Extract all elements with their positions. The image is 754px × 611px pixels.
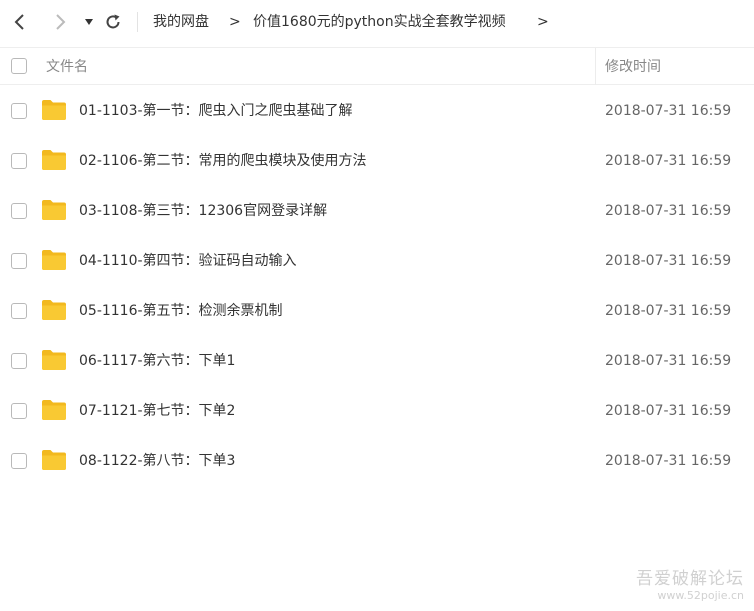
breadcrumb-separator: > (537, 14, 549, 30)
row-checkbox[interactable] (11, 203, 27, 219)
watermark-title: 吾爱破解论坛 (636, 569, 744, 589)
file-name[interactable]: 06-1117-第六节：下单1 (79, 351, 235, 371)
row-checkbox[interactable] (11, 253, 27, 269)
folder-icon (42, 350, 66, 370)
watermark: 吾爱破解论坛 www.52pojie.cn (636, 569, 744, 603)
refresh-icon (106, 14, 120, 29)
folder-icon (42, 300, 66, 320)
refresh-button[interactable] (101, 10, 125, 34)
chevron-left-icon (14, 14, 24, 30)
row-checkbox[interactable] (11, 353, 27, 369)
file-modified-time: 2018-07-31 16:59 (605, 453, 732, 469)
row-checkbox[interactable] (11, 453, 27, 469)
file-name[interactable]: 02-1106-第二节：常用的爬虫模块及使用方法 (79, 151, 367, 171)
file-name[interactable]: 04-1110-第四节：验证码自动输入 (79, 251, 297, 271)
breadcrumb-current[interactable]: 价值1680元的python实战全套教学视频 (253, 12, 506, 32)
caret-down-icon (85, 19, 93, 25)
column-header-modified-time[interactable]: 修改时间 (605, 57, 661, 77)
row-checkbox[interactable] (11, 303, 27, 319)
file-row[interactable]: 08-1122-第八节：下单3 2018-07-31 16:59 (0, 436, 754, 486)
file-name[interactable]: 08-1122-第八节：下单3 (79, 451, 235, 471)
column-divider[interactable] (595, 48, 596, 85)
file-modified-time: 2018-07-31 16:59 (605, 353, 732, 369)
file-row[interactable]: 01-1103-第一节：爬虫入门之爬虫基础了解 2018-07-31 16:59 (0, 86, 754, 136)
file-row[interactable]: 04-1110-第四节：验证码自动输入 2018-07-31 16:59 (0, 236, 754, 286)
file-name[interactable]: 07-1121-第七节：下单2 (79, 401, 235, 421)
file-modified-time: 2018-07-31 16:59 (605, 153, 732, 169)
forward-button[interactable] (48, 10, 72, 34)
file-modified-time: 2018-07-31 16:59 (605, 253, 732, 269)
file-name[interactable]: 03-1108-第三节：12306官网登录详解 (79, 201, 327, 221)
file-row[interactable]: 03-1108-第三节：12306官网登录详解 2018-07-31 16:59 (0, 186, 754, 236)
row-checkbox[interactable] (11, 153, 27, 169)
folder-icon (42, 250, 66, 270)
navigation-bar: 我的网盘 > 价值1680元的python实战全套教学视频 > (0, 0, 754, 44)
row-checkbox[interactable] (11, 403, 27, 419)
chevron-right-icon (56, 14, 66, 30)
folder-icon (42, 100, 66, 120)
breadcrumb-root[interactable]: 我的网盘 (153, 12, 209, 32)
file-modified-time: 2018-07-31 16:59 (605, 403, 732, 419)
file-row[interactable]: 02-1106-第二节：常用的爬虫模块及使用方法 2018-07-31 16:59 (0, 136, 754, 186)
row-checkbox[interactable] (11, 103, 27, 119)
history-dropdown-button[interactable] (77, 10, 101, 34)
folder-icon (42, 200, 66, 220)
file-name[interactable]: 01-1103-第一节：爬虫入门之爬虫基础了解 (79, 101, 353, 121)
file-modified-time: 2018-07-31 16:59 (605, 103, 732, 119)
file-row[interactable]: 07-1121-第七节：下单2 2018-07-31 16:59 (0, 386, 754, 436)
back-button[interactable] (8, 10, 32, 34)
file-modified-time: 2018-07-31 16:59 (605, 203, 732, 219)
watermark-url: www.52pojie.cn (657, 589, 744, 602)
file-modified-time: 2018-07-31 16:59 (605, 303, 732, 319)
folder-icon (42, 400, 66, 420)
file-list-header: 文件名 修改时间 (0, 47, 754, 85)
folder-icon (42, 150, 66, 170)
file-row[interactable]: 05-1116-第五节：检测余票机制 2018-07-31 16:59 (0, 286, 754, 336)
breadcrumb-separator: > (229, 14, 241, 30)
column-header-name[interactable]: 文件名 (46, 57, 88, 77)
folder-icon (42, 450, 66, 470)
file-name[interactable]: 05-1116-第五节：检测余票机制 (79, 301, 283, 321)
select-all-checkbox[interactable] (11, 58, 27, 74)
file-row[interactable]: 06-1117-第六节：下单1 2018-07-31 16:59 (0, 336, 754, 386)
nav-divider (137, 12, 138, 32)
